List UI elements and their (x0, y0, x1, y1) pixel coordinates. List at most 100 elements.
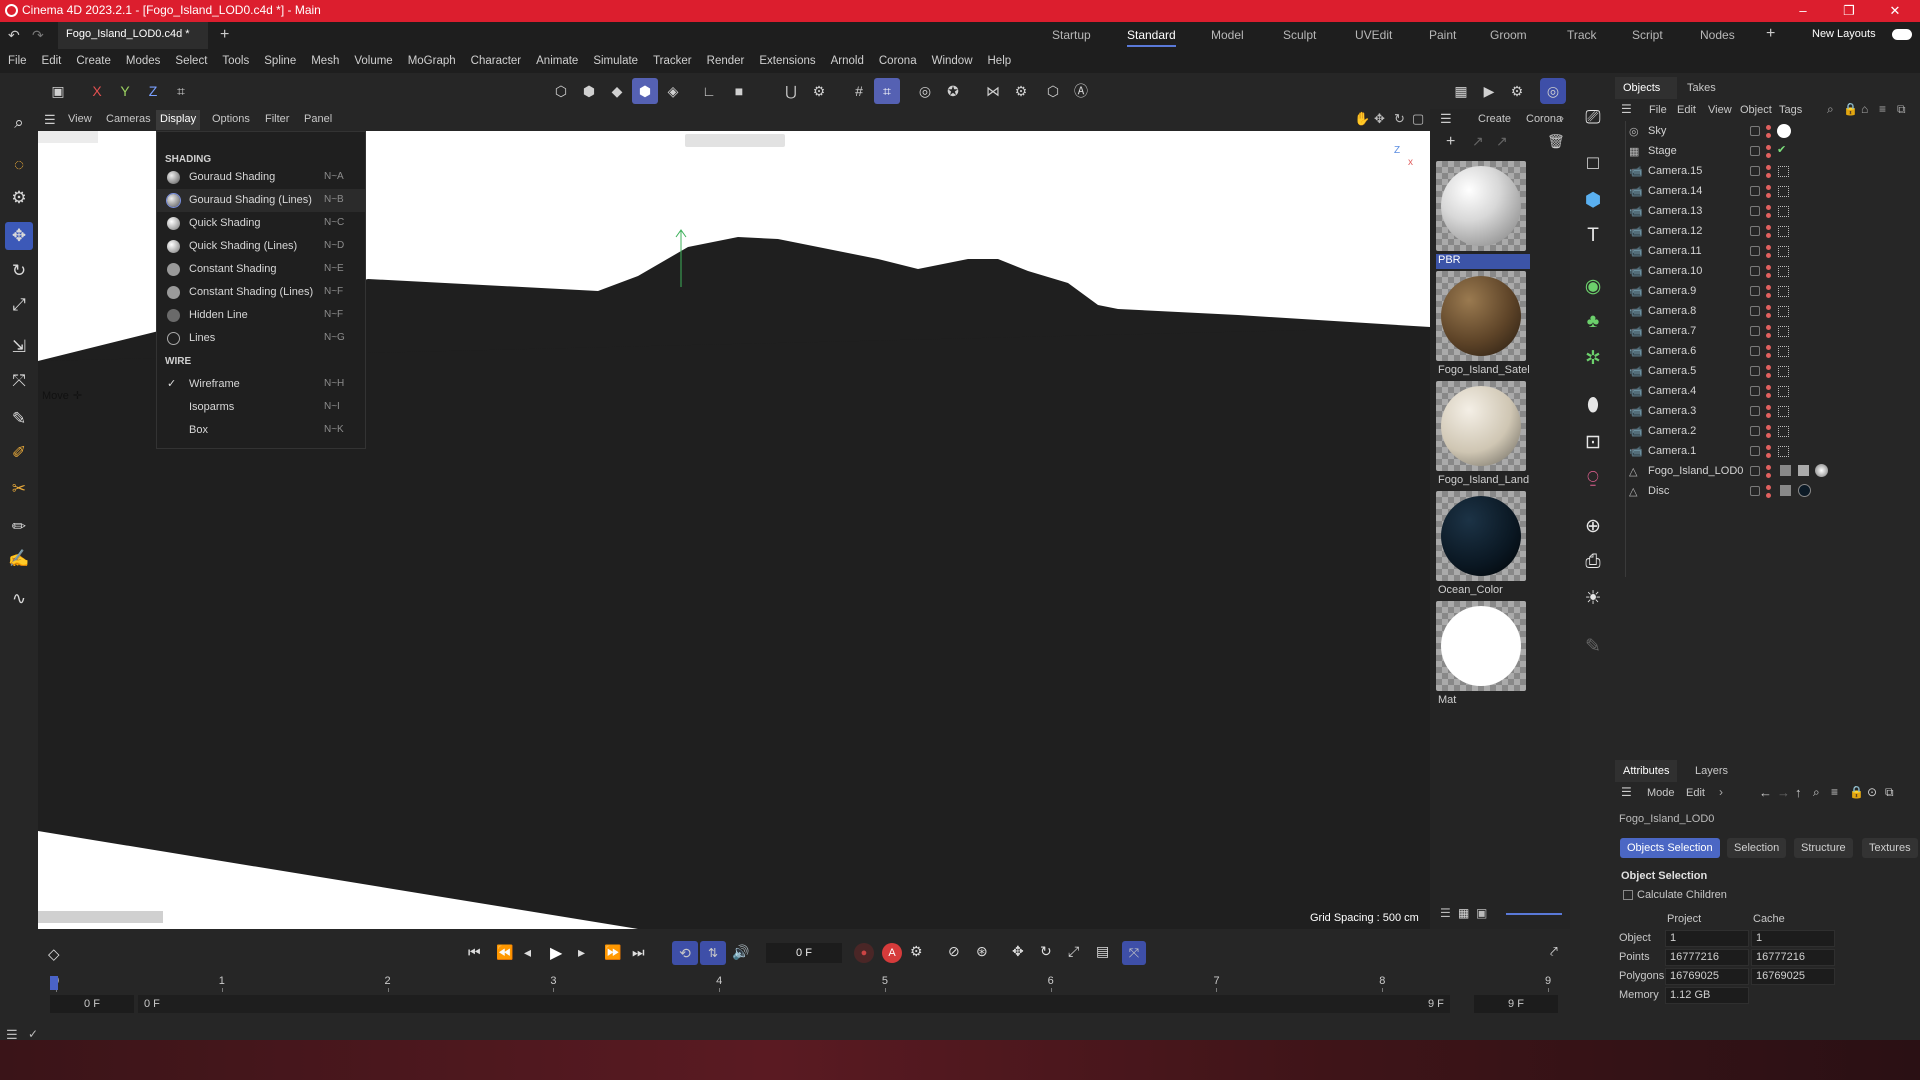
paint-tool-icon[interactable]: ✍ (5, 545, 33, 573)
render-visibility-dot[interactable] (1766, 153, 1771, 158)
texture-tag[interactable] (1798, 465, 1809, 476)
layer-checkbox[interactable] (1750, 126, 1760, 136)
object-row[interactable]: 📹 Camera.7 (1615, 322, 1920, 342)
render-visibility-dot[interactable] (1766, 213, 1771, 218)
sound-icon[interactable]: 🔊 (732, 944, 749, 961)
material-swatch-ocean-color[interactable] (1436, 491, 1526, 581)
edit-render-settings-icon[interactable]: ⚙ (1504, 78, 1530, 104)
menu-render[interactable]: Render (707, 55, 745, 67)
editor-visibility-dot[interactable] (1766, 325, 1771, 330)
scene-icon[interactable]: ⍜ (1578, 463, 1608, 493)
magnet-tool-icon[interactable]: ∿ (5, 585, 33, 613)
obj-menu-edit[interactable]: Edit (1677, 104, 1696, 116)
layer-checkbox[interactable] (1750, 146, 1760, 156)
brush-tool-icon[interactable]: ✏ (5, 513, 33, 541)
move-view-icon[interactable]: ✥ (1374, 111, 1385, 127)
object-row[interactable]: 📹 Camera.9 (1615, 282, 1920, 302)
editor-visibility-dot[interactable] (1766, 305, 1771, 310)
maximize-button[interactable]: ❐ (1826, 0, 1872, 22)
render-visibility-dot[interactable] (1766, 233, 1771, 238)
render-visibility-dot[interactable] (1766, 433, 1771, 438)
protection-tag-icon[interactable] (1778, 266, 1789, 277)
layer-checkbox[interactable] (1750, 206, 1760, 216)
layer-checkbox[interactable] (1750, 186, 1760, 196)
material-label-fogo-land[interactable]: Fogo_Island_Land (1436, 474, 1530, 489)
object-row[interactable]: 📹 Camera.2 (1615, 422, 1920, 442)
viewport-menu-panel[interactable]: Panel (304, 113, 332, 125)
editor-visibility-dot[interactable] (1766, 465, 1771, 470)
rotation-key-icon[interactable]: ↻ (1040, 943, 1052, 960)
effector-icon[interactable]: ✲ (1578, 343, 1608, 373)
pan-icon[interactable]: ✋ (1354, 111, 1370, 127)
render-visibility-dot[interactable] (1766, 453, 1771, 458)
protection-tag-icon[interactable] (1778, 326, 1789, 337)
menu-item-wireframe[interactable]: ✓ Wireframe N~H (157, 373, 365, 396)
protection-tag-icon[interactable] (1778, 246, 1789, 257)
render-visibility-dot[interactable] (1766, 393, 1771, 398)
menu-item-box[interactable]: Box N~K (157, 419, 365, 442)
workplane-icon[interactable]: # (846, 78, 872, 104)
chevron-right-icon[interactable]: › (1560, 111, 1564, 125)
document-tab[interactable]: Fogo_Island_LOD0.c4d * (58, 22, 208, 49)
layer-checkbox[interactable] (1750, 306, 1760, 316)
interactive-render-icon[interactable]: ◎ (1540, 78, 1566, 104)
layer-checkbox[interactable] (1750, 326, 1760, 336)
object-mode-icon[interactable]: ▣ (45, 78, 71, 104)
link-material-icon[interactable]: ↗ (1496, 133, 1508, 150)
lock-icon[interactable]: 🔒 (1843, 102, 1858, 116)
menu-character[interactable]: Character (471, 55, 522, 67)
position-key-icon[interactable]: ✥ (1012, 943, 1024, 960)
protection-tag-icon[interactable] (1778, 346, 1789, 357)
auto-icon[interactable]: Ⓐ (1068, 78, 1094, 104)
hamburger-icon[interactable]: ☰ (44, 112, 56, 128)
deformer-icon[interactable]: ⬮ (1578, 391, 1608, 421)
layer-checkbox[interactable] (1750, 166, 1760, 176)
protection-tag-icon[interactable] (1778, 286, 1789, 297)
range-icon[interactable]: ⇅ (700, 941, 726, 965)
editor-visibility-dot[interactable] (1766, 245, 1771, 250)
menu-item-constant-shading[interactable]: Constant Shading N~E (157, 258, 365, 281)
protection-tag-icon[interactable] (1778, 406, 1789, 417)
polygons-mode-icon[interactable]: ◆ (604, 78, 630, 104)
go-to-start-icon[interactable]: ⏮ (468, 944, 481, 961)
object-row[interactable]: 📹 Camera.13 (1615, 202, 1920, 222)
protection-tag-icon[interactable] (1778, 226, 1789, 237)
close-button[interactable]: ✕ (1872, 0, 1918, 22)
material-label-ocean-color[interactable]: Ocean_Color (1436, 584, 1530, 599)
scale-tool-icon[interactable]: ⤢ (5, 291, 33, 319)
editor-visibility-dot[interactable] (1766, 445, 1771, 450)
layout-startup[interactable]: Startup (1052, 28, 1091, 42)
viewport-menu-view[interactable]: View (68, 113, 92, 125)
move-tool-icon[interactable]: ✥ (5, 222, 33, 250)
layout-uvedit[interactable]: UVEdit (1355, 28, 1392, 42)
editor-visibility-dot[interactable] (1766, 165, 1771, 170)
editor-visibility-dot[interactable] (1766, 145, 1771, 150)
autokey-icon[interactable]: A (882, 943, 902, 963)
object-row[interactable]: 📹 Camera.11 (1615, 242, 1920, 262)
attr-menu-edit[interactable]: Edit (1686, 787, 1705, 799)
render-visibility-dot[interactable] (1766, 253, 1771, 258)
layer-checkbox[interactable] (1750, 446, 1760, 456)
object-row[interactable]: △ Fogo_Island_LOD0 (1615, 462, 1920, 482)
editor-visibility-dot[interactable] (1766, 345, 1771, 350)
obj-menu-tags[interactable]: Tags (1779, 104, 1802, 116)
snap-icon[interactable]: ⋃ (778, 78, 804, 104)
menu-file[interactable]: File (8, 55, 27, 67)
layout-model[interactable]: Model (1211, 28, 1244, 42)
layer-checkbox[interactable] (1750, 346, 1760, 356)
material-label-fogo-satel[interactable]: Fogo_Island_Satel (1436, 364, 1530, 379)
obj-menu-icon[interactable]: ☰ (1621, 102, 1632, 116)
rotate-view-icon[interactable]: ↻ (1394, 111, 1405, 127)
render-visibility-dot[interactable] (1766, 353, 1771, 358)
go-to-end-icon[interactable]: ⏭ (632, 944, 645, 961)
attr-menu-mode[interactable]: Mode (1647, 787, 1675, 799)
menu-volume[interactable]: Volume (354, 55, 392, 67)
structure-button[interactable]: Structure (1794, 838, 1853, 858)
search-icon[interactable]: ⌕ (1813, 785, 1820, 800)
light-icon[interactable]: ☀ (1578, 583, 1608, 613)
new-window-icon[interactable]: ⧉ (1885, 785, 1894, 800)
snap-settings-icon[interactable]: ⚙ (806, 78, 832, 104)
layer-checkbox[interactable] (1750, 246, 1760, 256)
next-frame-icon[interactable]: ▸ (578, 944, 585, 961)
menu-item-gouraud-shading-lines[interactable]: Gouraud Shading (Lines) N~B (157, 189, 365, 212)
